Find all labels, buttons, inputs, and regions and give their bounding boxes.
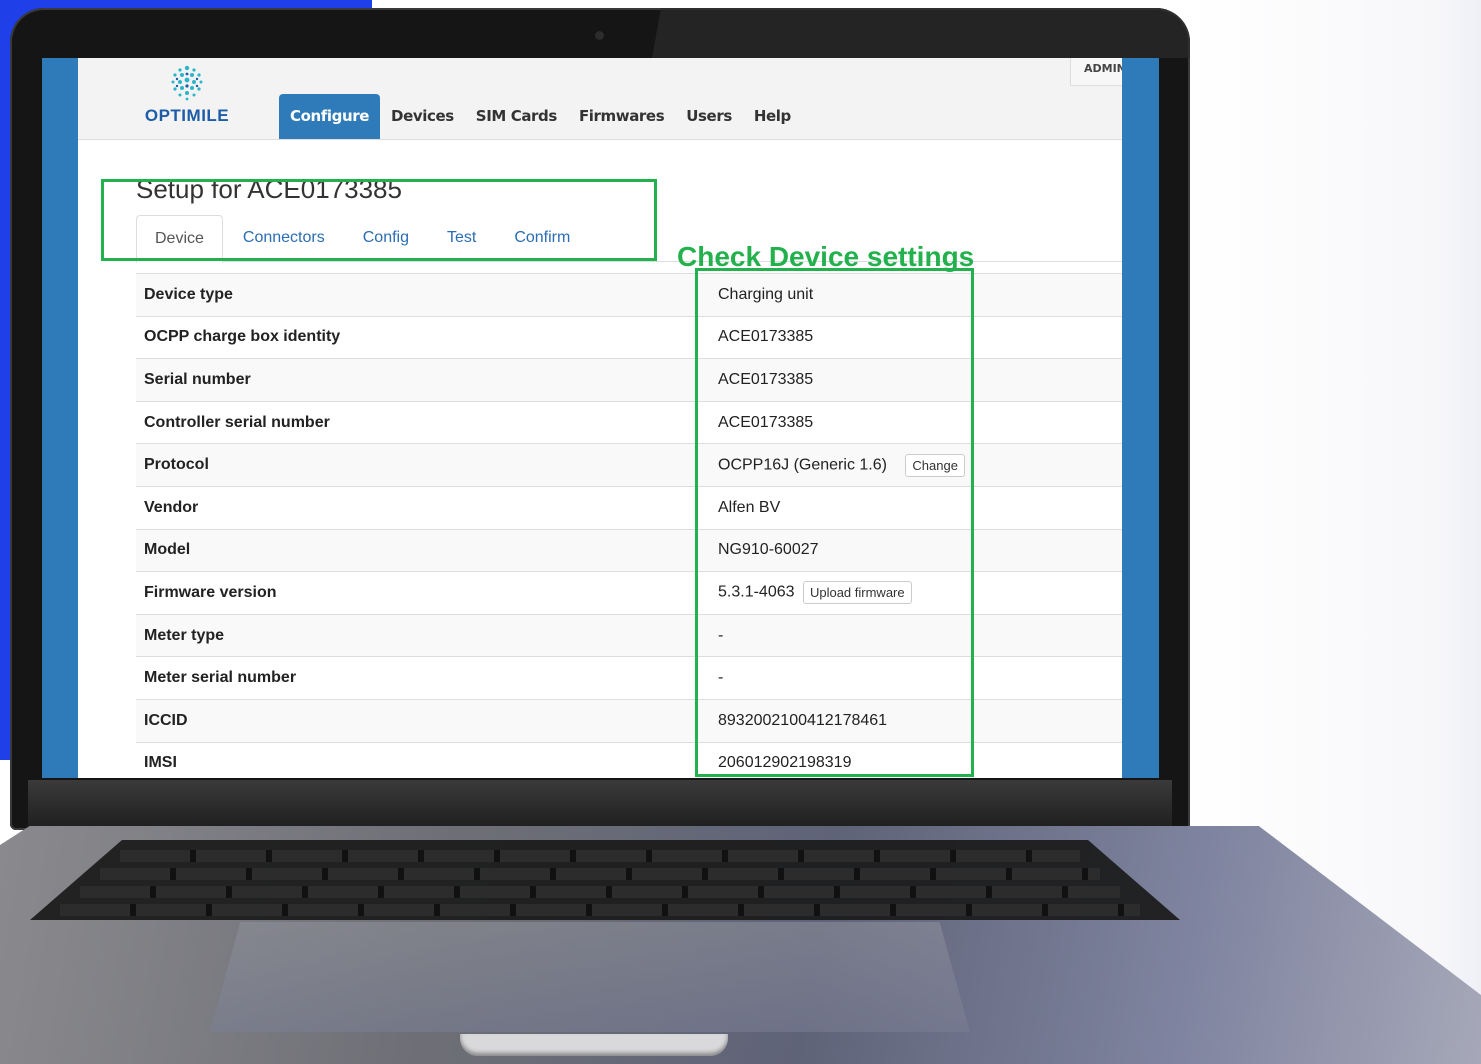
- navbar: OPTIMILE Configure Devices SIM Cards Fir…: [78, 58, 1122, 140]
- logo-dots-icon: [171, 65, 203, 101]
- camera-icon: [595, 31, 604, 40]
- laptop-hinge: [28, 780, 1172, 832]
- laptop-screen: OPTIMILE Configure Devices SIM Cards Fir…: [42, 58, 1159, 778]
- nav-sim-cards[interactable]: SIM Cards: [465, 94, 568, 139]
- row-key: Protocol: [136, 443, 710, 487]
- lid-sheen: [600, 8, 1190, 58]
- table-row: Vendor Alfen BV: [136, 485, 1122, 530]
- annotation-box-values: [695, 268, 974, 777]
- nav-configure[interactable]: Configure: [279, 94, 381, 139]
- nav-firmwares[interactable]: Firmwares: [568, 94, 675, 139]
- key-row: [100, 868, 1100, 880]
- row-key: Serial number: [136, 358, 710, 402]
- row-key: Meter serial number: [136, 656, 710, 700]
- optimile-logo[interactable]: OPTIMILE: [135, 62, 239, 128]
- table-row: Controller serial number ACE0173385: [136, 400, 1122, 444]
- row-key: Controller serial number: [136, 400, 710, 444]
- table-row: ICCID 8932002100412178461: [136, 698, 1122, 743]
- main-nav: Configure Devices SIM Cards Firmwares Us…: [279, 94, 802, 139]
- annotation-box-tabs: [101, 179, 657, 261]
- table-row: Device type Charging unit: [136, 273, 1122, 317]
- nav-users[interactable]: Users: [675, 94, 743, 139]
- table-row: OCPP charge box identity ACE0173385: [136, 315, 1122, 359]
- row-key: Model: [136, 528, 710, 572]
- table-row: Protocol OCPP16J (Generic 1.6) Change: [136, 443, 1122, 487]
- row-key: Meter type: [136, 613, 710, 657]
- key-row: [80, 886, 1120, 898]
- row-key: OCPP charge box identity: [136, 315, 710, 359]
- row-key: Firmware version: [136, 571, 710, 615]
- row-key: Vendor: [136, 485, 710, 530]
- table-row: Model NG910-60027: [136, 528, 1122, 572]
- table-row: Firmware version 5.3.1-4063 Upload firmw…: [136, 571, 1122, 615]
- laptop-notch: [460, 1034, 728, 1056]
- key-row: [60, 904, 1140, 916]
- row-key: ICCID: [136, 698, 710, 743]
- nav-devices[interactable]: Devices: [380, 94, 465, 139]
- nav-help[interactable]: Help: [743, 94, 802, 139]
- logo-text: OPTIMILE: [144, 106, 230, 125]
- row-key: IMSI: [136, 741, 710, 778]
- device-settings-table: Device type Charging unit OCPP charge bo…: [136, 273, 1122, 778]
- table-row: Meter serial number -: [136, 656, 1122, 700]
- table-row: Meter type -: [136, 613, 1122, 657]
- key-row: [120, 850, 1080, 862]
- admin-menu[interactable]: ADMIN: [1070, 58, 1122, 86]
- row-key: Device type: [136, 273, 710, 317]
- table-row: Serial number ACE0173385: [136, 358, 1122, 402]
- trackpad: [210, 922, 970, 1032]
- table-row: IMSI 206012902198319: [136, 741, 1122, 778]
